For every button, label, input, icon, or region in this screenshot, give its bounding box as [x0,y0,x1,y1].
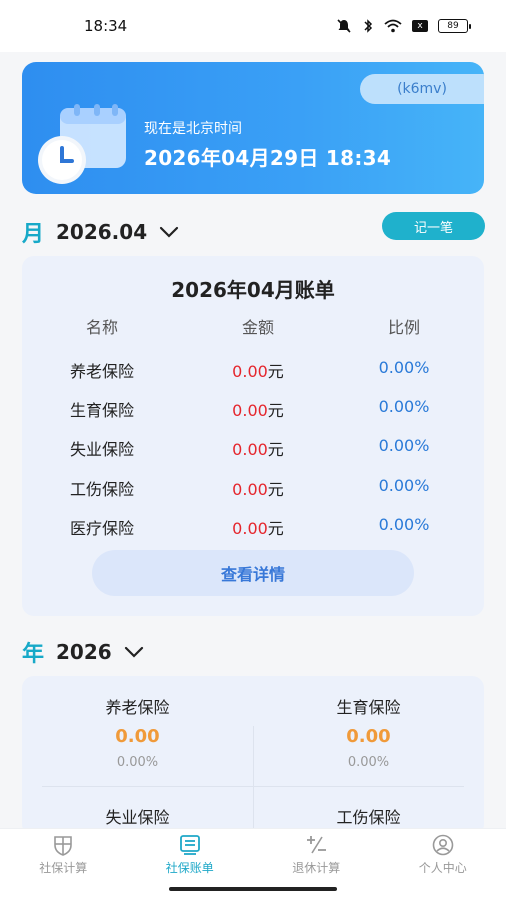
chevron-down-icon[interactable] [159,226,179,238]
close-badge-icon: x [412,20,428,32]
wifi-icon [384,19,402,33]
year-item: 养老保险 0.00 0.00% [22,694,253,770]
year-value[interactable]: 2026 [56,640,112,664]
tab-personal-center[interactable]: 个人中心 [380,829,506,880]
year-char: 年 [22,641,45,667]
tab-label: 社保计算 [39,860,88,875]
user-icon [432,834,454,855]
row-amount: 0.00元 [232,401,284,420]
row-name: 医疗保险 [69,519,134,538]
bill-title: 2026年04月账单 [171,278,335,302]
table-row: 失业保险 0.00元 0.00% [22,436,484,466]
year-summary-card: 养老保险 0.00 0.00% 生育保险 0.00 0.00% 失业保险 工伤保… [22,676,484,836]
tab-social-security-bill[interactable]: 社保账单 [127,829,254,880]
status-time: 18:34 [84,17,128,35]
row-percent: 0.00% [378,358,430,377]
row-name: 养老保险 [69,362,134,381]
calendar-clock-icon [38,104,126,184]
year-item-amount: 0.00 [115,726,160,747]
tab-label: 个人中心 [418,860,467,875]
year-item-name: 失业保险 [105,808,170,827]
year-item-name: 工伤保险 [336,808,401,827]
header-name: 名称 [85,318,118,337]
header-amount: 金额 [241,318,274,337]
row-percent: 0.00% [378,476,430,495]
table-row: 工伤保险 0.00元 0.00% [22,476,484,506]
year-item-name: 养老保险 [105,698,170,717]
row-percent: 0.00% [378,397,430,416]
year-item: 工伤保险 [253,804,484,828]
row-amount: 0.00元 [232,362,284,381]
home-indicator [0,880,506,900]
month-value[interactable]: 2026.04 [56,220,147,244]
bottom-tab-bar: 社保计算 社保账单 退休计算 个人中心 [0,828,506,880]
mute-icon [337,19,351,33]
tab-label: 退休计算 [292,860,341,875]
add-record-button[interactable]: 记一笔 [382,212,485,240]
row-amount: 0.00元 [232,440,284,459]
table-row: 生育保险 0.00元 0.00% [22,397,484,427]
view-details-button[interactable]: 查看详情 [92,550,414,596]
shield-icon [54,835,73,856]
banner-subtitle: 现在是北京时间 [144,121,242,137]
header-percent: 比例 [387,318,420,337]
plus-minus-icon [307,835,327,853]
status-icons: x 89 [336,18,471,34]
battery-level: 89 [447,21,459,31]
month-selector[interactable]: 月 2026.04 [22,216,179,248]
year-item-name: 生育保险 [336,698,401,717]
chevron-down-icon[interactable] [124,646,144,658]
row-amount: 0.00元 [232,519,284,538]
tab-retirement-calc[interactable]: 退休计算 [253,829,380,880]
row-name: 生育保险 [69,401,134,420]
row-percent: 0.00% [378,436,430,455]
bill-card: 2026年04月账单 名称 金额 比例 养老保险 0.00元 0.00% 生育保… [22,256,484,616]
status-bar: 18:34 x 89 [0,0,506,52]
month-char: 月 [22,221,45,247]
table-row: 医疗保险 0.00元 0.00% [22,515,484,545]
year-item-percent: 0.00% [347,755,390,770]
row-amount: 0.00元 [232,480,284,499]
year-item: 生育保险 0.00 0.00% [253,694,484,770]
grid-divider [42,786,464,787]
bluetooth-icon [364,19,373,33]
time-banner: (k6mv) 现在是北京时间 2026年04月29日 18:34 [22,62,484,194]
year-selector[interactable]: 年 2026 [22,636,144,668]
year-item-percent: 0.00% [116,755,159,770]
row-percent: 0.00% [378,515,430,534]
tab-label: 社保账单 [165,860,214,875]
banner-tag: (k6mv) [360,74,484,104]
table-row: 养老保险 0.00元 0.00% [22,358,484,388]
banner-datetime: 2026年04月29日 18:34 [144,146,392,170]
row-name: 工伤保险 [69,480,134,499]
year-item-amount: 0.00 [346,726,391,747]
battery-icon: 89 [438,19,471,33]
bill-icon [179,834,200,855]
year-item: 失业保险 [22,804,253,828]
tab-social-security-calc[interactable]: 社保计算 [0,829,127,880]
row-name: 失业保险 [69,440,134,459]
